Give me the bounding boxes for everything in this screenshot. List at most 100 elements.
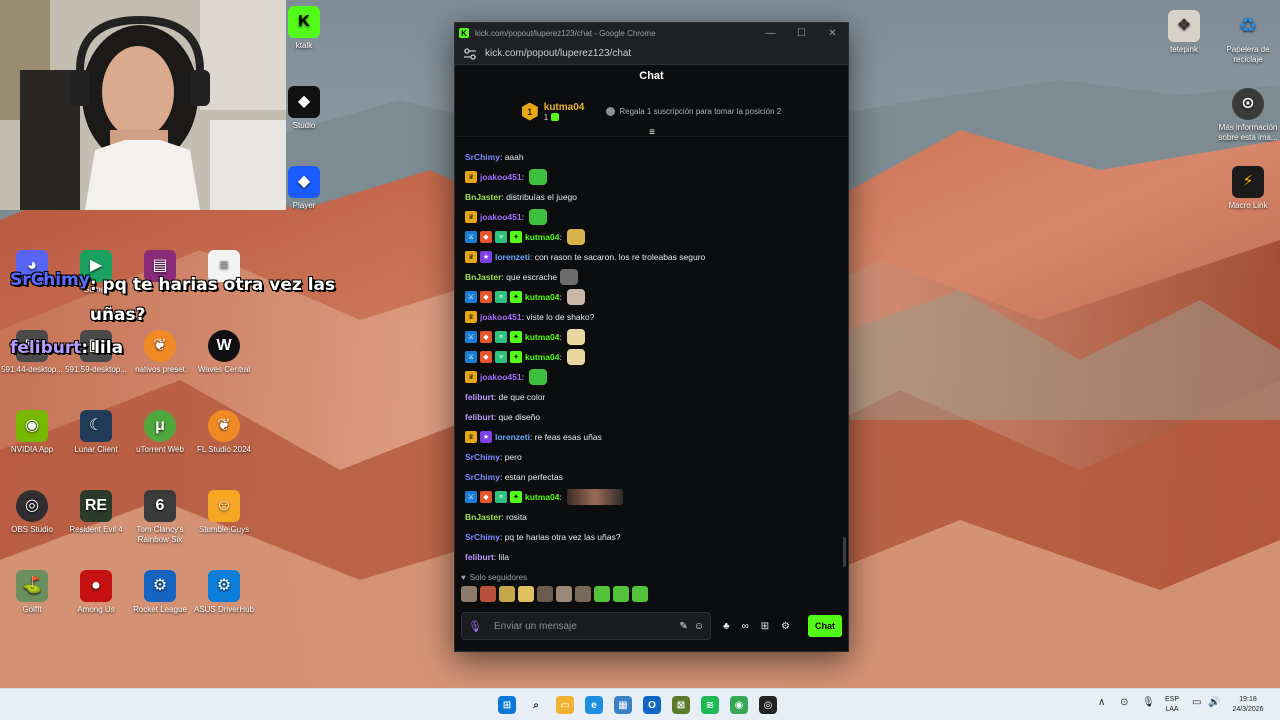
chat-username[interactable]: joakoo451 [480,172,522,182]
quick-emote-icon[interactable] [632,586,648,602]
chat-message-list[interactable]: SrChimy: aaah ♛ joakoo451: BnJaster: distr… [455,137,848,569]
window-titlebar[interactable]: K kick.com/popout/luperez123/chat - Goog… [455,23,848,43]
chat-username[interactable]: feliburt [465,412,494,422]
desktop-icon-nativos-preset[interactable]: ❦ nativos preset [126,330,194,375]
chat-username[interactable]: kutma04 [525,332,560,342]
pinned-leaderboard[interactable]: 1 kutma04 1 Regala 1 suscripción para to… [455,87,848,138]
desktop-icon-obs[interactable]: ◎ OBS Studio [0,490,66,535]
display-icon[interactable]: ▭ [1192,698,1201,708]
desktop-icon-fl-studio[interactable]: ❦ FL Studio 2024 [190,410,258,455]
desktop-icon-rainbow-six[interactable]: 6 Tom Clancy's Rainbow Six [126,490,194,545]
chat-message[interactable]: ♛ ★ lorenzeti: con rason te sacaron. los r… [465,247,848,267]
volume-icon[interactable]: 🔊 [1208,698,1220,708]
minimize-button[interactable]: — [755,28,786,39]
settings-gear-icon[interactable]: ⚙ [781,621,790,632]
desktop-icon-asus-driverhub[interactable]: ⚙ ASUS DriverHub [190,570,258,615]
chat-message[interactable]: ♛ joakoo451: [465,167,848,187]
chat-message[interactable]: ♛ joakoo451: viste lo de shako? [465,307,848,327]
chat-message[interactable]: BnJaster: distribuías el juego [465,187,848,207]
chat-message[interactable]: feliburt: que diseño [465,407,848,427]
tray-chevron-icon[interactable]: ∧ [1098,698,1105,708]
send-chat-button[interactable]: Chat [808,615,842,637]
chat-username[interactable]: BnJaster [465,512,501,522]
chat-message[interactable]: ⚔ ◆ ≡ ✦ kutma04: [465,487,848,507]
chat-username[interactable]: joakoo451 [480,212,522,222]
chat-username[interactable]: lorenzeti [495,252,530,262]
desktop-icon-resident-evil[interactable]: RE Resident Evil 4 [62,490,130,535]
chat-username[interactable]: lorenzeti [495,432,530,442]
chat-message[interactable]: SrChimy: pq te harias otra vez las uñas? [465,527,848,547]
close-button[interactable]: ✕ [817,28,848,39]
chat-username[interactable]: SrChimy [465,532,500,542]
desktop-icon-lunar-client[interactable]: ☾ Lunar Client [62,410,130,455]
infinity-icon[interactable]: ∞ [742,621,749,632]
chat-message[interactable]: ⚔ ◆ ≡ ✦ kutma04: [465,347,848,367]
desktop-icon-recycle-bin[interactable]: ♻ Papelera de reciclaje [1214,10,1280,65]
chat-message[interactable]: SrChimy: aaah [465,147,848,167]
desktop-icon-rocket-league[interactable]: ⚙ Rocket League [126,570,194,615]
chat-scrollbar[interactable] [843,537,846,567]
language-indicator[interactable]: ESP LAA [1160,695,1184,715]
chat-message[interactable]: ⚔ ◆ ≡ ✦ kutma04: [465,327,848,347]
chat-message[interactable]: SrChimy: pero [465,447,848,467]
chat-message[interactable]: ♛ ★ lorenzeti: re feas esas uñas [465,427,848,447]
site-settings-icon[interactable] [463,47,477,60]
desktop-icon-utorrent[interactable]: μ uTorrent Web [126,410,194,455]
chat-message[interactable]: feliburt: de que color [465,387,848,407]
maximize-button[interactable]: ☐ [786,28,817,39]
chat-message[interactable]: ⚔ ◆ ≡ ✦ kutma04: [465,287,848,307]
chat-username[interactable]: SrChimy [465,452,500,462]
search-taskbar-icon[interactable]: ⌕ [527,696,545,714]
microphone-icon[interactable]: 🎙 [468,620,482,633]
chat-username[interactable]: joakoo451 [480,312,522,322]
emoji-icon[interactable]: ☺ [694,621,704,632]
start-taskbar-icon[interactable]: ⊞ [498,696,516,714]
chat-message[interactable]: BnJaster: que escrache [465,267,848,287]
quick-emote-icon[interactable] [480,586,496,602]
xbox-taskbar-icon[interactable]: ⊠ [672,696,690,714]
file-explorer-taskbar-icon[interactable]: ▭ [556,696,574,714]
clock[interactable]: 19:18 24/3/2026 [1226,695,1270,715]
chat-username[interactable]: SrChimy [465,472,500,482]
chat-username[interactable]: SrChimy [465,152,500,162]
outlook-taskbar-icon[interactable]: O [643,696,661,714]
store-taskbar-icon[interactable]: ▦ [614,696,632,714]
quick-emote-icon[interactable] [537,586,553,602]
chat-username[interactable]: joakoo451 [480,372,522,382]
chat-username[interactable]: kutma04 [525,232,560,242]
chat-message[interactable]: SrChimy: estan perfectas [465,467,848,487]
chat-username[interactable]: kutma04 [525,292,560,302]
chat-username[interactable]: feliburt [465,552,494,562]
chat-message[interactable]: ♛ joakoo451: [465,367,848,387]
desktop-icon-among-us[interactable]: ● Among Us [62,570,130,615]
quick-emote-icon[interactable] [594,586,610,602]
desktop-icon-stumble-guys[interactable]: ☺ Stumble Guys [190,490,258,535]
desktop-icon-tetepink[interactable]: ❖ tetepink [1150,10,1218,55]
chat-username[interactable]: kutma04 [525,352,560,362]
chat-username[interactable]: kutma04 [525,492,560,502]
desktop-icon-golfit[interactable]: ⛳ GolfIt [0,570,66,615]
chat-message[interactable]: ⚔ ◆ ≡ ✦ kutma04: [465,227,848,247]
chat-username[interactable]: BnJaster [465,272,501,282]
chat-message-input[interactable] [493,620,674,632]
chat-username[interactable]: BnJaster [465,192,501,202]
quick-emote-icon[interactable] [613,586,629,602]
microphone-tray-icon[interactable]: 🎙 [1142,698,1155,708]
obs-taskbar-icon[interactable]: ◎ [759,696,777,714]
translate-icon[interactable]: ✎ [679,621,687,632]
spotify-taskbar-icon[interactable]: ≋ [701,696,719,714]
desktop-icon-nvidia-app[interactable]: ◉ NVIDIA App [0,410,66,455]
chrome-taskbar-icon[interactable]: ◉ [730,696,748,714]
chat-input-container[interactable]: 🎙 ✎ ☺ [461,612,711,640]
kick-points-icon[interactable]: ♣ [723,621,730,632]
chat-username[interactable]: feliburt [465,392,494,402]
chat-message[interactable]: ♛ joakoo451: [465,207,848,227]
network-icon[interactable]: ⊙ [1120,698,1128,708]
quick-emote-icon[interactable] [499,586,515,602]
desktop-icon-waves-central[interactable]: W Waves Central [190,330,258,375]
quick-emote-icon[interactable] [518,586,534,602]
quick-emote-icon[interactable] [556,586,572,602]
gift-box-icon[interactable]: ⊞ [761,621,769,632]
quick-emote-icon[interactable] [575,586,591,602]
chat-message[interactable]: feliburt: lila [465,547,848,567]
